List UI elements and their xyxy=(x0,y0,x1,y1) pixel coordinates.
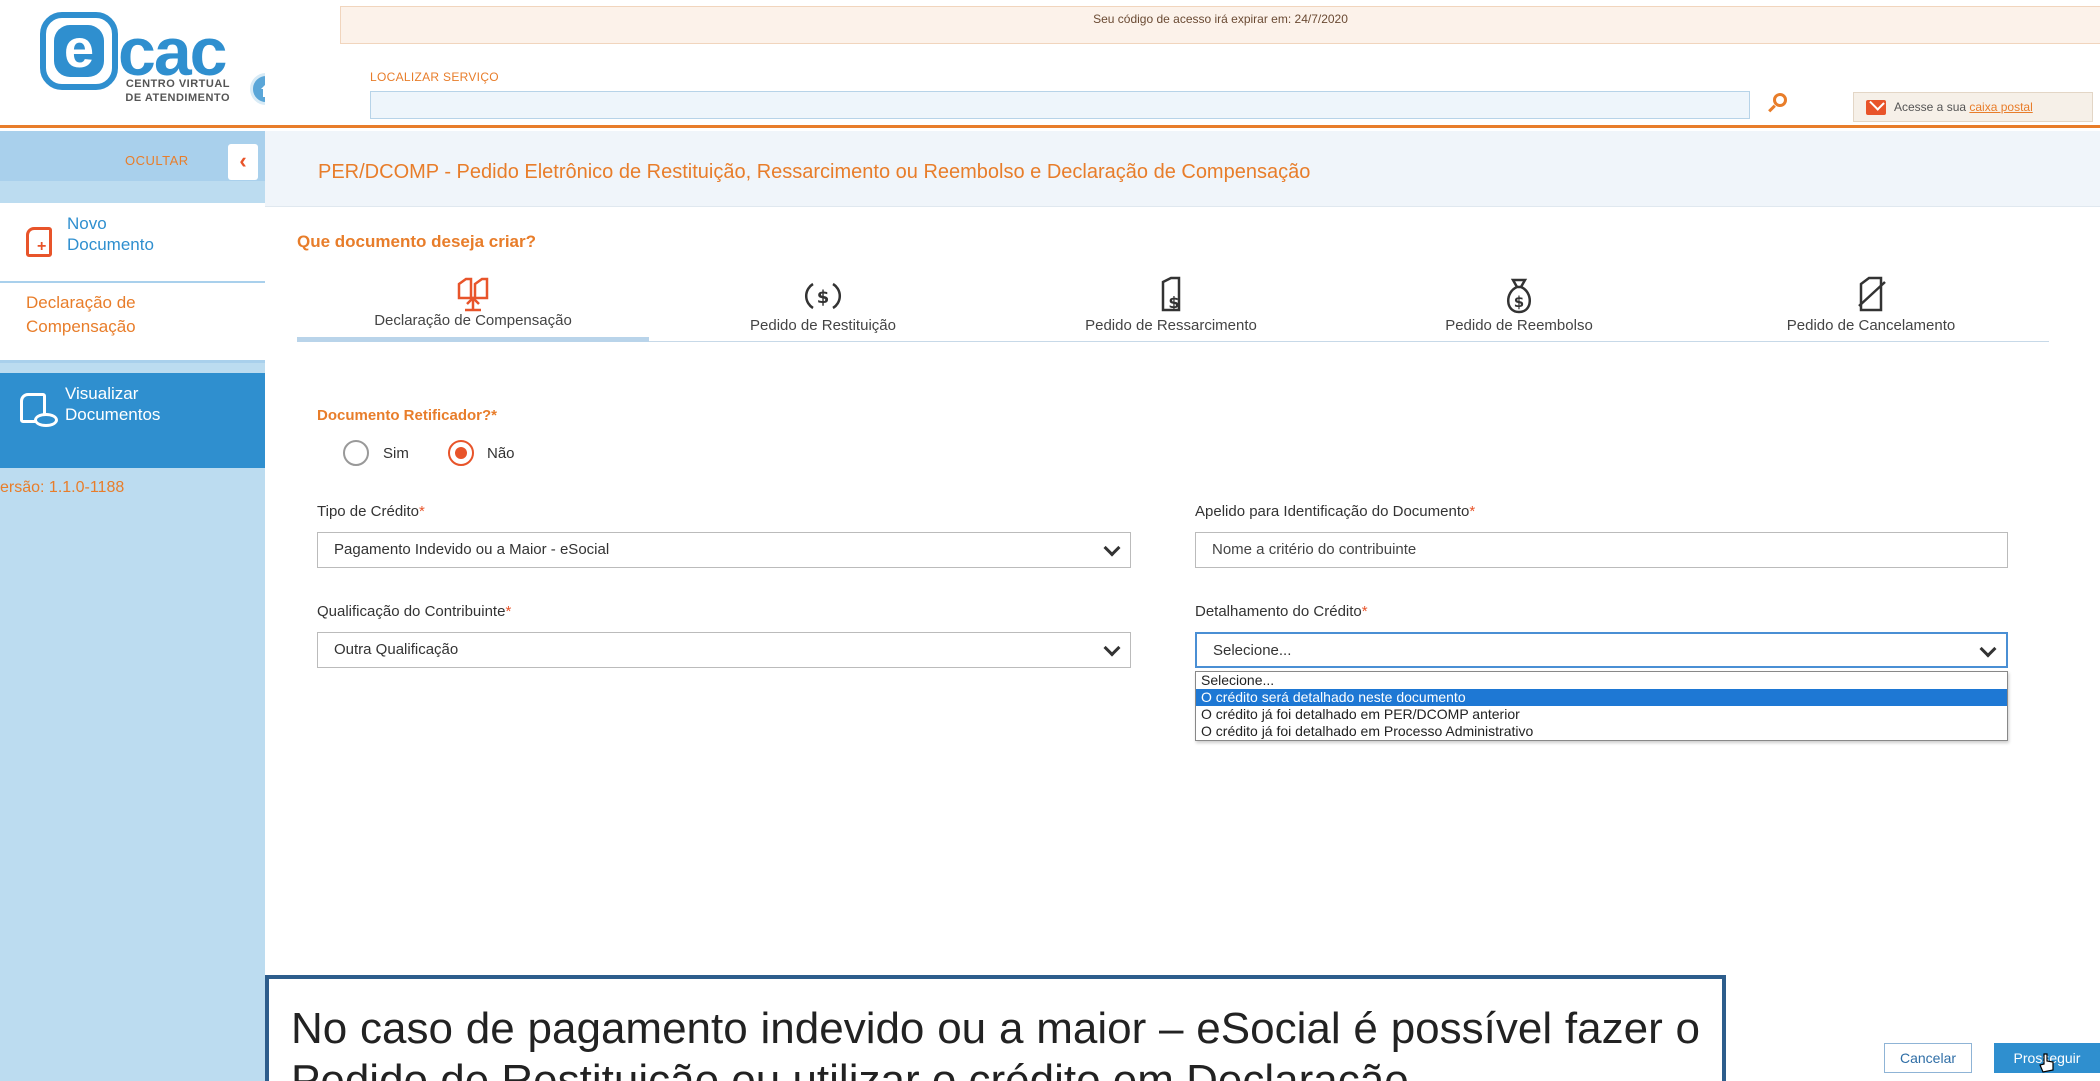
dropdown-option[interactable]: O crédito já foi detalhado em PER/DCOMP … xyxy=(1196,706,2007,723)
ecac-logo[interactable]: e cac CENTRO VIRTUAL DE ATENDIMENTO xyxy=(0,0,265,128)
session-expire-notice: Seu código de acesso irá expirar em: 24/… xyxy=(340,6,2100,44)
version-text: ersão: 1.1.0-1188 xyxy=(0,479,125,496)
mailbox-prefix: Acesse a sua xyxy=(1894,100,1970,114)
radio-nao[interactable] xyxy=(448,440,474,466)
tab-pedido-cancelamento[interactable]: Pedido de Cancelamento xyxy=(1693,262,2049,342)
apelido-input[interactable]: Nome a critério do contribuinte xyxy=(1195,532,2008,568)
dropdown-option[interactable]: O crédito já foi detalhado em Processo A… xyxy=(1196,723,2007,740)
required-mark: * xyxy=(505,603,512,620)
top-bar: Seu código de acesso irá expirar em: 24/… xyxy=(265,0,2100,128)
radio-nao-label: Não xyxy=(487,445,515,462)
document-type-question: Que documento deseja criar? xyxy=(297,232,537,251)
search-icon[interactable] xyxy=(1765,88,1793,120)
new-doc-label-line2: Documento xyxy=(67,235,154,254)
tab-pedido-restituicao[interactable]: $ Pedido de Restituição xyxy=(649,262,997,342)
new-document-icon xyxy=(26,227,52,257)
tab-label: Pedido de Cancelamento xyxy=(1786,317,1956,334)
required-mark: * xyxy=(419,503,425,520)
mailbox-button[interactable]: Acesse a sua caixa postal xyxy=(1853,92,2093,122)
mail-icon xyxy=(1866,100,1886,115)
required-mark: * xyxy=(1469,503,1476,520)
tipo-credito-label-text: Tipo de Crédito xyxy=(317,503,419,520)
mailbox-link[interactable]: caixa postal xyxy=(1969,100,2032,114)
tab-label: Pedido de Ressarcimento xyxy=(1085,317,1257,334)
apelido-label-text: Apelido para Identificação do Documento xyxy=(1195,503,1470,520)
tab-label: Pedido de Restituição xyxy=(750,317,896,334)
chevron-down-icon xyxy=(1103,539,1121,557)
chevron-left-icon[interactable]: ‹ xyxy=(228,144,258,180)
logo-subtitle-1: CENTRO VIRTUAL xyxy=(125,78,230,90)
qualificacao-value: Outra Qualificação xyxy=(334,641,459,658)
page-title: PER/DCOMP - Pedido Eletrônico de Restitu… xyxy=(318,161,1311,183)
view-label-line2: Documentos xyxy=(65,405,161,424)
logo-e-mark: e xyxy=(40,12,118,90)
logo-wordmark: cac xyxy=(118,14,227,90)
caption-box: No caso de pagamento indevido ou a maior… xyxy=(265,975,1726,1081)
tab-label: Pedido de Reembolso xyxy=(1445,317,1593,334)
tipo-credito-select[interactable]: Pagamento Indevido ou a Maior - eSocial xyxy=(317,532,1131,568)
cancel-doc-icon xyxy=(1858,276,1886,312)
main-content: PER/DCOMP - Pedido Eletrônico de Restitu… xyxy=(265,131,2100,1081)
decl-label-line2: Compensação xyxy=(26,317,136,336)
caption-text: No caso de pagamento indevido ou a maior… xyxy=(291,1004,1700,1081)
tipo-credito-label: Tipo de Crédito* xyxy=(317,503,425,520)
svg-text:$: $ xyxy=(817,287,830,308)
detalhamento-label-text: Detalhamento do Crédito xyxy=(1195,603,1362,620)
view-label-line1: Visualizar xyxy=(65,384,139,403)
chevron-down-icon xyxy=(1103,639,1121,657)
search-label: LOCALIZAR SERVIÇO xyxy=(370,70,499,84)
ecac-window: { "header": { "logo_word": "cac", "logo_… xyxy=(0,0,2100,1081)
new-doc-label-line1: Novo xyxy=(67,214,107,233)
radio-sim-label: Sim xyxy=(383,445,409,462)
detalhamento-label: Detalhamento do Crédito* xyxy=(1195,603,1368,620)
svg-text:$: $ xyxy=(1514,293,1524,311)
logo-subtitle-2: DE ATENDIMENTO xyxy=(125,92,230,104)
tab-label: Declaração de Compensação xyxy=(374,312,572,329)
sidebar-item-view-documents[interactable]: Visualizar Documentos xyxy=(0,373,265,468)
apelido-placeholder: Nome a critério do contribuinte xyxy=(1212,541,1417,558)
money-bag-icon: $ xyxy=(1507,278,1531,314)
sidebar: OCULTAR ‹ Novo Documento Declaração de Com… xyxy=(0,131,265,1081)
sidebar-item-new-document[interactable]: Novo Documento xyxy=(0,203,265,283)
eye-icon xyxy=(34,413,58,427)
radio-sim[interactable] xyxy=(343,440,369,466)
dropdown-option-highlighted[interactable]: O crédito será detalhado neste documento xyxy=(1196,689,2007,706)
logo-letter: e xyxy=(54,22,104,77)
apelido-label: Apelido para Identificação do Documento* xyxy=(1195,503,1475,520)
title-band: PER/DCOMP - Pedido Eletrônico de Restitu… xyxy=(265,131,2100,207)
detalhamento-dropdown-list: Selecione... O crédito será detalhado ne… xyxy=(1195,671,2008,741)
restitution-icon: $ xyxy=(804,282,842,310)
tab-pedido-ressarcimento[interactable]: $ Pedido de Ressarcimento xyxy=(997,262,1345,342)
reimbursement-doc-icon: $ xyxy=(1161,276,1181,312)
hide-sidebar-label[interactable]: OCULTAR xyxy=(125,153,189,168)
document-type-tabs: Declaração de Compensação $ Pedido de Re… xyxy=(297,262,2049,342)
sidebar-item-declaracao[interactable]: Declaração de Compensação xyxy=(0,283,265,363)
tipo-credito-value: Pagamento Indevido ou a Maior - eSocial xyxy=(334,541,610,558)
tab-declaracao-compensacao[interactable]: Declaração de Compensação xyxy=(297,262,649,342)
service-search-input[interactable] xyxy=(370,91,1750,119)
cancel-button[interactable]: Cancelar xyxy=(1884,1043,1972,1073)
hand-cursor-icon xyxy=(2039,1053,2054,1073)
chevron-down-icon xyxy=(1979,640,1997,658)
qualificacao-label: Qualificação do Contribuinte* xyxy=(317,603,511,620)
qualificacao-select[interactable]: Outra Qualificação xyxy=(317,632,1131,668)
sidebar-hide-row: OCULTAR ‹ xyxy=(0,131,265,181)
detalhamento-select[interactable]: Selecione... xyxy=(1195,632,2008,668)
qualificacao-label-text: Qualificação do Contribuinte xyxy=(317,603,506,620)
tab-pedido-reembolso[interactable]: $ Pedido de Reembolso xyxy=(1345,262,1693,342)
required-mark: * xyxy=(1361,603,1368,620)
retificador-label: Documento Retificador?* xyxy=(317,407,498,424)
compensation-icon xyxy=(457,277,489,312)
decl-label-line1: Declaração de xyxy=(26,293,136,312)
dropdown-option[interactable]: Selecione... xyxy=(1196,672,2007,689)
svg-text:$: $ xyxy=(1168,293,1179,312)
detalhamento-value: Selecione... xyxy=(1213,642,1292,659)
